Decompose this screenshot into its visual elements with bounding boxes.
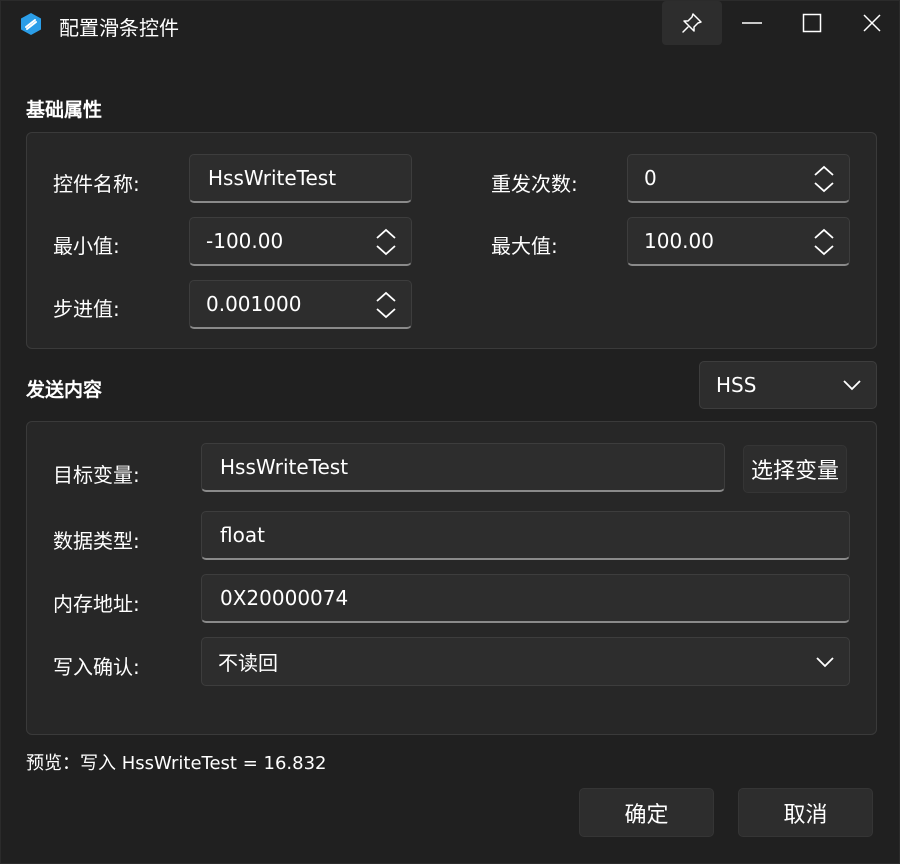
basic-properties-group: 控件名称: HssWriteTest 重发次数: 0 最小值: -100.00 … — [26, 132, 877, 349]
confirm-label: 写入确认: — [53, 655, 140, 679]
maximize-button[interactable] — [782, 1, 842, 45]
target-label: 目标变量: — [53, 463, 140, 487]
step-spinbox[interactable]: 0.001000 — [189, 280, 412, 329]
confirm-value: 不读回 — [218, 651, 278, 675]
max-spinbox[interactable]: 100.00 — [627, 217, 850, 266]
target-variable-field[interactable]: HssWriteTest — [201, 443, 725, 492]
name-field[interactable]: HssWriteTest — [189, 154, 412, 203]
basic-section-title: 基础属性 — [26, 99, 103, 121]
pin-icon — [682, 13, 702, 33]
step-value: 0.001000 — [206, 292, 302, 316]
write-confirm-combobox[interactable]: 不读回 — [201, 637, 850, 686]
max-label: 最大值: — [491, 234, 558, 258]
close-button[interactable] — [842, 1, 900, 45]
select-variable-button[interactable]: 选择变量 — [743, 445, 847, 493]
window-title: 配置滑条控件 — [59, 16, 179, 40]
min-value: -100.00 — [206, 229, 284, 253]
target-value: HssWriteTest — [220, 455, 349, 479]
spin-arrows-icon[interactable] — [375, 226, 397, 258]
repeat-label: 重发次数: — [491, 172, 578, 196]
protocol-combobox[interactable]: HSS — [699, 361, 877, 409]
spin-arrows-icon[interactable] — [375, 289, 397, 321]
data-type-field[interactable]: float — [201, 511, 850, 560]
address-label: 内存地址: — [53, 592, 140, 616]
spin-arrows-icon[interactable] — [813, 226, 835, 258]
minimize-icon — [742, 22, 762, 24]
chevron-down-icon — [816, 656, 834, 667]
repeat-value: 0 — [644, 166, 657, 190]
pin-button[interactable] — [662, 1, 722, 45]
min-label: 最小值: — [53, 234, 120, 258]
maximize-icon — [802, 13, 822, 33]
name-value: HssWriteTest — [208, 166, 337, 190]
close-icon — [863, 14, 881, 32]
spin-arrows-icon[interactable] — [813, 163, 835, 195]
ok-button[interactable]: 确定 — [579, 788, 714, 837]
dialog-window: 配置滑条控件 基础属性 控件名称: HssWriteTest 重发次数: 0 最… — [0, 0, 900, 864]
step-label: 步进值: — [53, 297, 120, 321]
repeat-spinbox[interactable]: 0 — [627, 154, 850, 203]
chevron-down-icon — [843, 380, 861, 391]
min-spinbox[interactable]: -100.00 — [189, 217, 412, 266]
cancel-button[interactable]: 取消 — [738, 788, 873, 837]
address-value: 0X20000074 — [220, 586, 349, 610]
preview-text: 预览：写入 HssWriteTest = 16.832 — [26, 753, 327, 774]
app-icon — [21, 13, 41, 35]
send-section-title: 发送内容 — [26, 379, 103, 401]
type-value: float — [220, 523, 265, 547]
name-label: 控件名称: — [53, 172, 140, 196]
protocol-value: HSS — [716, 373, 757, 397]
max-value: 100.00 — [644, 229, 714, 253]
title-bar: 配置滑条控件 — [1, 1, 900, 47]
type-label: 数据类型: — [53, 529, 140, 553]
minimize-button[interactable] — [722, 1, 782, 45]
send-content-group: 目标变量: HssWriteTest 选择变量 数据类型: float 内存地址… — [26, 421, 877, 735]
memory-address-field[interactable]: 0X20000074 — [201, 574, 850, 623]
